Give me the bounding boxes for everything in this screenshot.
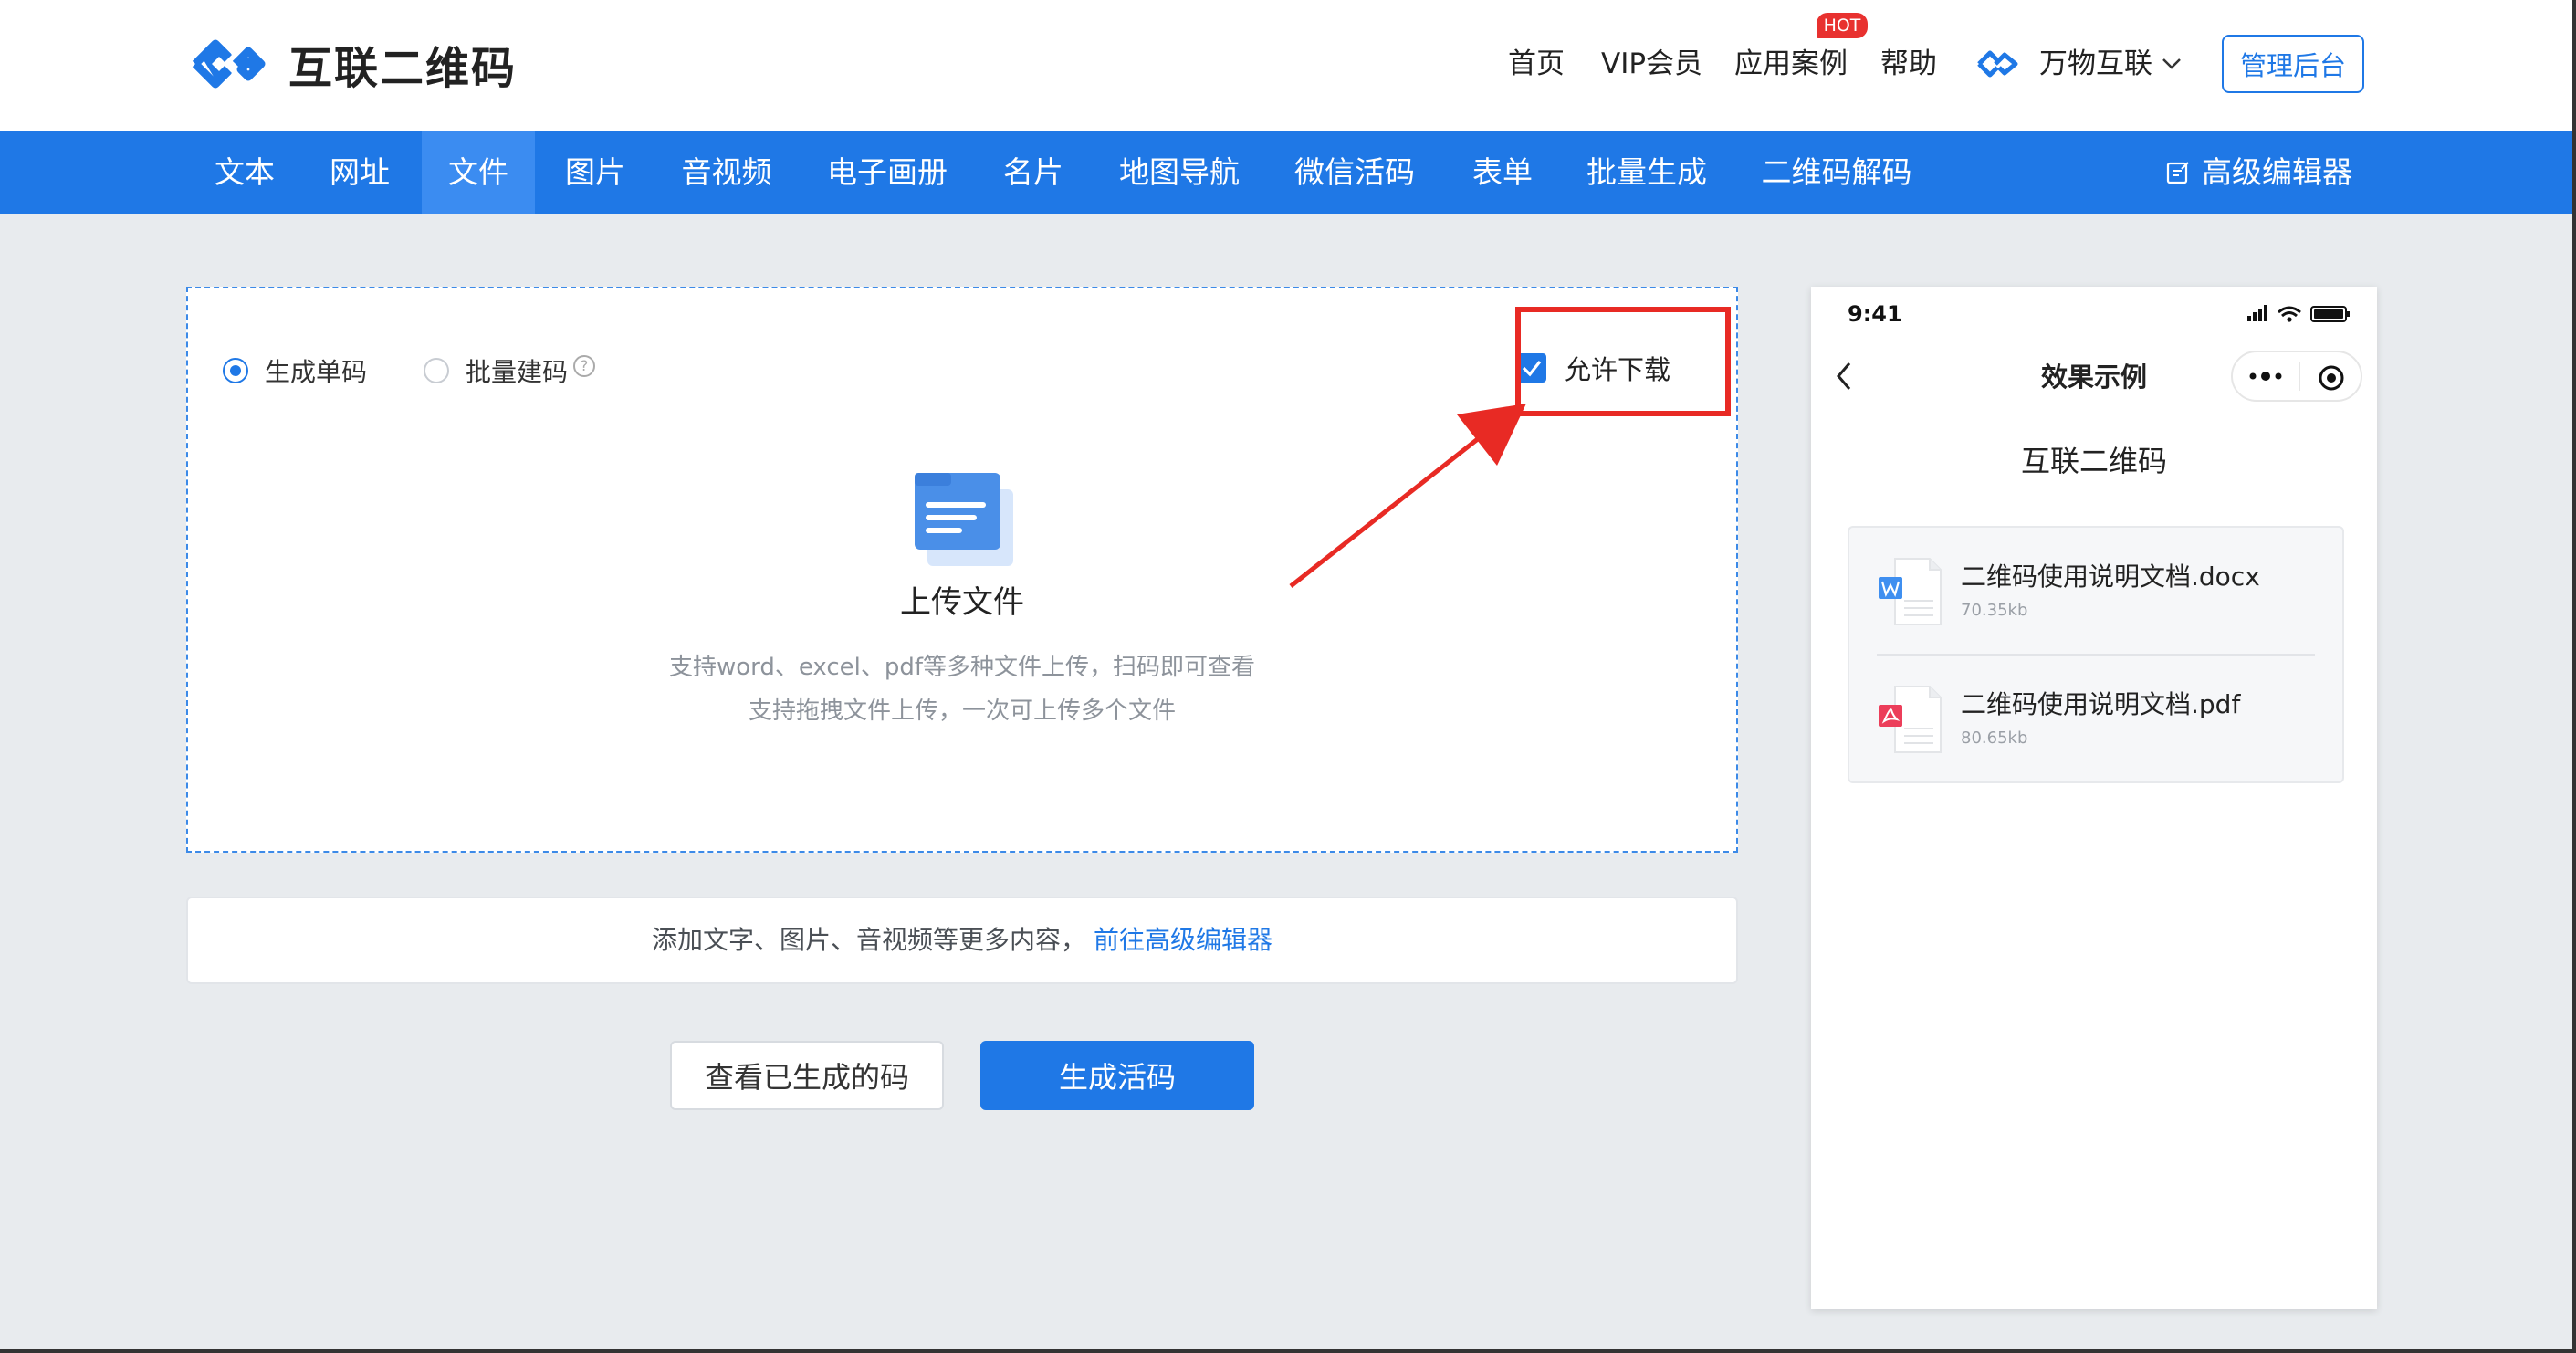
mode-single-label: 生成单码 <box>265 357 368 387</box>
window-edge <box>2572 0 2576 1353</box>
brand-logo[interactable]: 互联二维码 <box>188 31 517 97</box>
window-edge <box>0 1349 2576 1353</box>
phone-brand: 互联二维码 <box>2020 444 2167 478</box>
brand-logo-icon <box>192 39 266 89</box>
status-time: 9:41 <box>1848 301 1902 327</box>
main-nav: 文本 网址 文件 图片 音视频 电子画册 名片 地图导航 微信活码 表单 批量生… <box>0 131 2576 214</box>
close-target-icon[interactable] <box>2317 363 2346 393</box>
pdf-icon <box>1879 686 1942 753</box>
file-size: 80.65kb <box>1961 729 2028 748</box>
mode-single-radio[interactable]: 生成单码 <box>223 352 367 389</box>
file-list: 二维码使用说明文档.docx 70.35kb 二维码使用说明文档.pdf 80.… <box>1848 526 2344 783</box>
workspace-name[interactable]: 万物互联 <box>2039 46 2152 82</box>
top-header: 互联二维码 首页 VIP会员 应用案例 HOT 帮助 万物互联 管理后台 <box>0 0 2576 131</box>
admin-button[interactable]: 管理后台 <box>2222 35 2364 93</box>
battery-icon <box>2310 306 2350 322</box>
file-size: 70.35kb <box>1961 601 2028 620</box>
brand-name: 互联二维码 <box>288 43 518 94</box>
generate-button[interactable]: 生成活码 <box>980 1041 1254 1110</box>
advanced-editor-inline-link[interactable]: 前往高级编辑器 <box>1094 925 1272 955</box>
upload-desc-line1: 支持word、excel、pdf等多种文件上传，扫码即可查看 <box>668 654 1256 681</box>
tab-image[interactable]: 图片 <box>548 131 643 214</box>
nav-help[interactable]: 帮助 <box>1880 46 1937 82</box>
list-item[interactable]: 二维码使用说明文档.docx 70.35kb <box>1849 528 2342 654</box>
chevron-down-icon[interactable] <box>2158 49 2185 77</box>
signal-icon <box>2247 305 2267 321</box>
tab-form[interactable]: 表单 <box>1455 131 1550 214</box>
more-icon[interactable] <box>2246 363 2286 389</box>
file-upload-icon <box>915 473 1013 566</box>
wifi-icon <box>2278 306 2301 322</box>
edit-icon <box>2166 162 2189 184</box>
workspace-logo-icon <box>1977 50 2018 78</box>
file-name: 二维码使用说明文档.pdf <box>1961 689 2241 719</box>
tab-wechat[interactable]: 微信活码 <box>1280 131 1429 214</box>
upload-desc-line2: 支持拖拽文件上传，一次可上传多个文件 <box>748 697 1176 725</box>
mode-batch-radio[interactable]: 批量建码 ? <box>424 352 596 389</box>
status-bar-icons <box>2247 305 2350 322</box>
tab-text[interactable]: 文本 <box>192 131 298 214</box>
capsule-divider <box>2299 362 2300 391</box>
radio-unchecked-icon <box>424 358 449 383</box>
tab-decode[interactable]: 二维码解码 <box>1747 131 1926 214</box>
help-icon[interactable]: ? <box>573 355 596 377</box>
advanced-editor-label: 高级编辑器 <box>2202 154 2352 190</box>
phone-preview: 9:41 效果示例 互联二维码 二维码使用说明文档.docx 70.35kb 二… <box>1811 287 2377 1309</box>
tab-card[interactable]: 名片 <box>986 131 1081 214</box>
advanced-editor-link[interactable]: 高级编辑器 <box>2165 131 2352 214</box>
word-icon <box>1879 558 1942 625</box>
add-content-bar: 添加文字、图片、音视频等更多内容， 前往高级编辑器 <box>186 897 1738 984</box>
file-name: 二维码使用说明文档.docx <box>1961 561 2260 592</box>
highlight-box <box>1515 307 1731 416</box>
tab-file[interactable]: 文件 <box>422 131 535 214</box>
nav-vip[interactable]: VIP会员 <box>1601 46 1702 82</box>
miniprogram-capsule[interactable] <box>2231 351 2362 402</box>
hot-badge: HOT <box>1817 13 1868 38</box>
tab-map[interactable]: 地图导航 <box>1105 131 1254 214</box>
tab-ebook[interactable]: 电子画册 <box>814 131 960 214</box>
annotation-arrow-icon <box>1289 404 1526 588</box>
tab-batch[interactable]: 批量生成 <box>1572 131 1722 214</box>
view-generated-button[interactable]: 查看已生成的码 <box>670 1041 944 1110</box>
tab-url[interactable]: 网址 <box>307 131 413 214</box>
add-content-text: 添加文字、图片、音视频等更多内容， <box>651 925 1086 955</box>
tab-audio-video[interactable]: 音视频 <box>668 131 785 214</box>
radio-checked-icon <box>223 358 248 383</box>
mode-batch-label: 批量建码 <box>466 357 569 387</box>
list-item[interactable]: 二维码使用说明文档.pdf 80.65kb <box>1849 656 2342 781</box>
nav-cases[interactable]: 应用案例 <box>1734 46 1848 82</box>
nav-home[interactable]: 首页 <box>1508 46 1565 82</box>
